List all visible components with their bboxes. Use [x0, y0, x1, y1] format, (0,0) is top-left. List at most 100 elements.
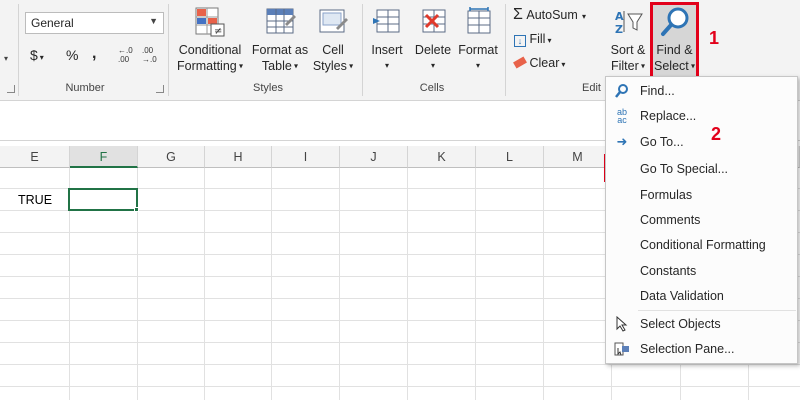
dialog-launcher-icon[interactable]: [7, 85, 15, 93]
conditional-formatting-icon: ≠: [174, 6, 246, 38]
group-label-number: Number: [65, 82, 105, 94]
menu-item-replace[interactable]: ab ac Replace...: [606, 104, 797, 128]
selection-pane-icon: [613, 341, 631, 357]
chevron-down-icon: ▾: [39, 53, 44, 62]
currency-format-button[interactable]: $ ▾: [30, 47, 44, 63]
menu-item-label: Selection Pane...: [640, 342, 735, 356]
fill-handle[interactable]: [134, 207, 139, 212]
autosum-button[interactable]: Σ AutoSum ▾: [513, 6, 586, 24]
menu-item-constants[interactable]: Constants: [606, 259, 797, 283]
menu-separator: [638, 310, 796, 311]
chevron-down-icon: ▾: [561, 60, 566, 69]
group-separator: [18, 4, 19, 96]
delete-cells-icon: [412, 6, 454, 38]
menu-item-go-to-special[interactable]: Go To Special...: [606, 157, 797, 181]
menu-item-go-to[interactable]: ➜ Go To...: [606, 130, 797, 154]
grid-line: [271, 168, 272, 400]
clear-label: Clear: [529, 56, 560, 70]
fill-down-icon: ↓: [514, 35, 526, 47]
svg-text:≠: ≠: [214, 26, 222, 37]
format-as-table-icon: [250, 6, 310, 38]
column-header-h[interactable]: H: [205, 146, 272, 168]
menu-item-label: Conditional Formatting: [640, 238, 766, 252]
menu-item-label: Go To...: [640, 135, 684, 149]
sort-filter-button[interactable]: A Z Sort & Filter ▾: [607, 6, 649, 75]
select-cursor-icon: [613, 315, 631, 332]
chevron-down-icon: ▾: [430, 61, 435, 70]
annotation-step-2: 2: [711, 124, 722, 144]
delete-button[interactable]: Delete ▾: [412, 6, 454, 74]
increase-decimal-icon[interactable]: ←.0.00: [118, 46, 133, 64]
menu-item-label: Constants: [640, 264, 697, 278]
menu-item-label: Formulas: [640, 188, 693, 202]
chevron-down-icon: ▾: [384, 61, 389, 70]
menu-item-label: Data Validation: [640, 289, 724, 303]
group-separator: [362, 4, 363, 96]
group-separator: [505, 4, 506, 96]
sort-filter-icon: A Z: [607, 6, 649, 38]
annotation-step-1: 1: [709, 28, 720, 48]
fill-label: Fill: [529, 32, 546, 46]
conditional-formatting-label-1: Conditional: [178, 43, 242, 57]
menu-item-comments[interactable]: Comments: [606, 208, 797, 232]
grid-line: [0, 364, 800, 365]
column-header-m[interactable]: M: [544, 146, 612, 168]
grid-line: [0, 386, 800, 387]
menu-item-data-validation[interactable]: Data Validation: [606, 284, 797, 308]
column-header-k[interactable]: K: [408, 146, 476, 168]
annotation-box-find-select: [650, 2, 699, 79]
menu-item-find[interactable]: Find...: [606, 79, 797, 103]
chevron-down-icon: ▾: [638, 61, 646, 71]
fill-button[interactable]: ↓ Fill ▾: [514, 32, 551, 47]
selected-cell-f[interactable]: [68, 188, 138, 211]
menu-item-conditional-formatting[interactable]: Conditional Formatting: [606, 233, 797, 257]
chevron-down-icon: ▾: [346, 61, 354, 71]
grid-line: [475, 168, 476, 400]
comma-style-button[interactable]: ,: [92, 45, 96, 63]
conditional-formatting-button[interactable]: ≠ Conditional Formatting ▾: [174, 6, 246, 75]
group-label-styles: Styles: [253, 82, 283, 94]
arrow-right-icon: ➜: [616, 134, 628, 149]
menu-item-select-objects[interactable]: Select Objects: [606, 312, 797, 336]
decrease-decimal-icon[interactable]: .00 →.0: [142, 46, 157, 64]
menu-item-label: Select Objects: [640, 317, 721, 331]
find-icon: [613, 83, 631, 99]
menu-item-selection-pane[interactable]: Selection Pane...: [606, 337, 797, 361]
cell-styles-button[interactable]: Cell Styles ▾: [310, 6, 356, 75]
number-format-dropdown[interactable]: General ▼: [25, 12, 164, 34]
clear-button[interactable]: Clear ▾: [513, 56, 566, 70]
column-header-i[interactable]: I: [272, 146, 340, 168]
number-dialog-launcher-icon[interactable]: [156, 85, 164, 93]
format-label: Format: [458, 43, 498, 57]
eraser-icon: [513, 56, 527, 69]
replace-icon: ab ac: [616, 107, 627, 125]
column-header-j[interactable]: J: [340, 146, 408, 168]
format-as-table-label-1: Format as: [251, 43, 309, 57]
percent-style-button[interactable]: %: [66, 47, 78, 63]
number-format-value: General: [31, 16, 74, 30]
grid-line: [543, 168, 544, 400]
chevron-down-icon: ▾: [547, 36, 552, 45]
menu-item-label: Find...: [640, 84, 675, 98]
format-cells-icon: [456, 6, 500, 38]
grid-line: [204, 168, 205, 400]
column-header-g[interactable]: G: [138, 146, 205, 168]
menu-item-label: Comments: [640, 213, 701, 227]
column-header-l[interactable]: L: [476, 146, 544, 168]
chevron-down-icon: ▾: [291, 61, 299, 71]
cell-styles-icon: [310, 6, 356, 38]
find-select-menu: Find... ab ac Replace... ➜ Go To... Go To…: [605, 76, 798, 364]
insert-cells-icon: [366, 6, 408, 38]
format-button[interactable]: Format ▾: [456, 6, 500, 74]
scroll-left-caret-icon[interactable]: ▾: [4, 54, 8, 63]
menu-item-formulas[interactable]: Formulas: [606, 183, 797, 207]
column-header-f[interactable]: F: [70, 146, 138, 168]
delete-label: Delete: [414, 43, 452, 57]
column-header-e[interactable]: E: [0, 146, 70, 168]
insert-label: Insert: [371, 43, 403, 57]
cell-e-value[interactable]: TRUE: [18, 193, 52, 207]
svg-text:Z: Z: [615, 23, 623, 36]
insert-button[interactable]: Insert ▾: [366, 6, 408, 74]
group-separator: [168, 4, 169, 96]
format-as-table-button[interactable]: Format as Table ▾: [250, 6, 310, 75]
